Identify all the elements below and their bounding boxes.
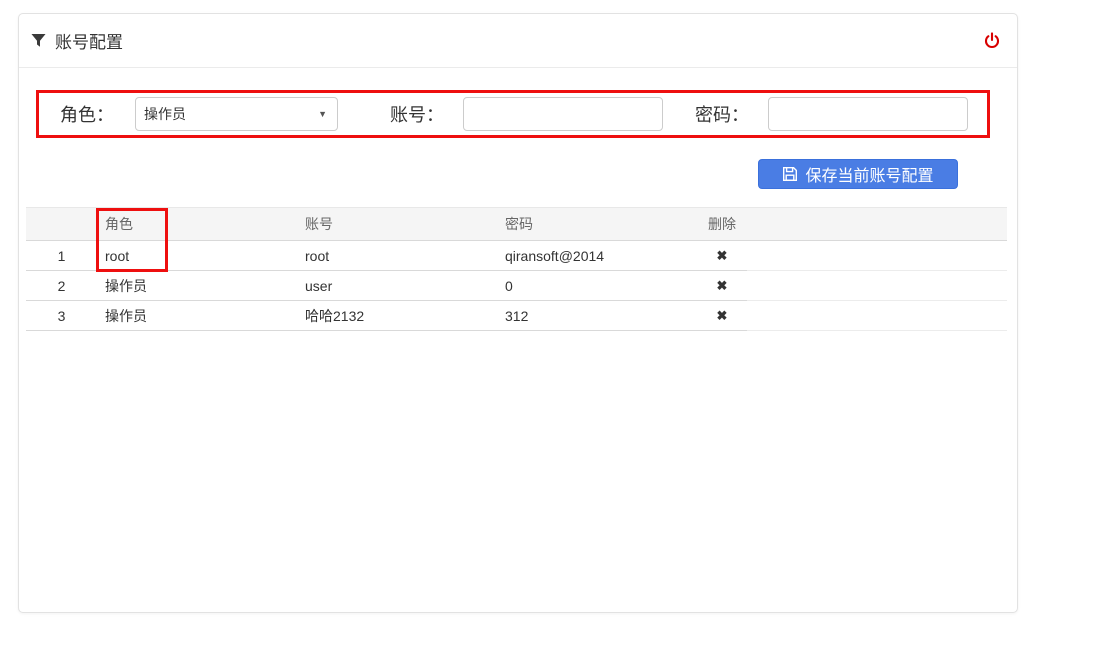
panel-header: 账号配置 (19, 14, 1017, 68)
row-account: root (297, 241, 497, 271)
row-role: root (97, 241, 297, 271)
row-account: user (297, 271, 497, 301)
account-label: 账号： (390, 101, 444, 127)
password-input[interactable] (768, 97, 968, 131)
col-header-index (26, 208, 97, 241)
delete-row-button[interactable]: ✖ (697, 271, 747, 301)
role-label: 角色： (60, 101, 114, 127)
row-password: 312 (497, 301, 697, 331)
accounts-table: 角色 账号 密码 删除 1 root root qiransoft@2014 ✖… (26, 207, 1007, 331)
table-row: 1 root root qiransoft@2014 ✖ (26, 241, 1007, 271)
col-header-password: 密码 (497, 208, 697, 241)
table-header-row: 角色 账号 密码 删除 (26, 207, 1007, 241)
account-input[interactable] (463, 97, 663, 131)
role-select-value: 操作员 (144, 104, 186, 124)
save-account-config-button[interactable]: 保存当前账号配置 (758, 159, 958, 189)
row-filler (747, 271, 1007, 301)
role-select[interactable]: 操作员 ▼ (135, 97, 338, 131)
col-header-role: 角色 (97, 208, 297, 241)
row-index: 3 (26, 301, 97, 331)
table-header-filler (747, 208, 1007, 241)
password-label: 密码： (695, 101, 749, 127)
row-password: qiransoft@2014 (497, 241, 697, 271)
row-account: 哈哈2132 (297, 301, 497, 331)
save-icon (782, 166, 798, 182)
row-role: 操作员 (97, 301, 297, 331)
power-icon[interactable] (984, 32, 1000, 49)
filter-icon (31, 33, 46, 48)
row-password: 0 (497, 271, 697, 301)
row-filler (747, 241, 1007, 271)
col-header-delete: 删除 (697, 208, 747, 241)
save-button-label: 保存当前账号配置 (805, 162, 933, 186)
page-title: 账号配置 (55, 28, 123, 53)
form-annotation-box: 角色： 操作员 ▼ 账号： 密码： (36, 90, 990, 138)
row-index: 2 (26, 271, 97, 301)
delete-row-button[interactable]: ✖ (697, 301, 747, 331)
account-config-panel: 账号配置 角色： 操作员 ▼ 账号： 密码： 保存当前账号配置 (18, 13, 1018, 613)
table-row: 3 操作员 哈哈2132 312 ✖ (26, 301, 1007, 331)
delete-row-button[interactable]: ✖ (697, 241, 747, 271)
chevron-down-icon: ▼ (318, 109, 327, 119)
row-index: 1 (26, 241, 97, 271)
row-role: 操作员 (97, 271, 297, 301)
row-filler (747, 301, 1007, 331)
col-header-account: 账号 (297, 208, 497, 241)
table-row: 2 操作员 user 0 ✖ (26, 271, 1007, 301)
